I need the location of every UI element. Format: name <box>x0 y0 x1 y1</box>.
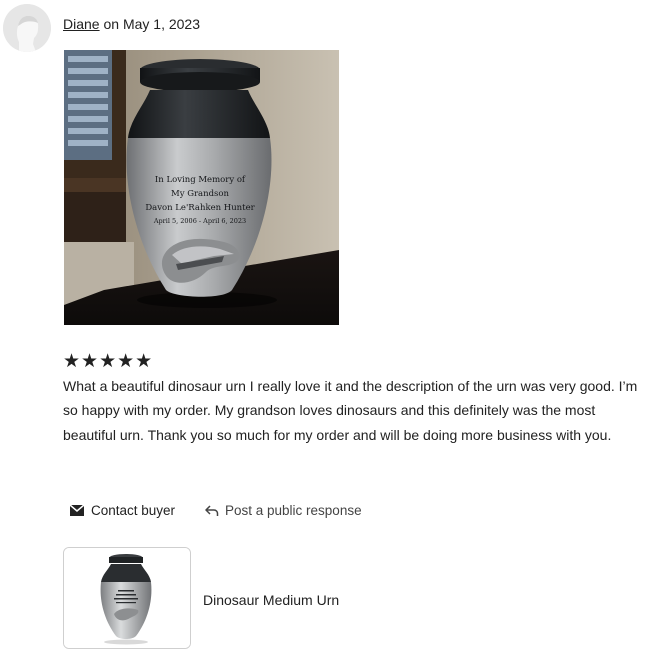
contact-buyer-button[interactable]: Contact buyer <box>69 500 175 520</box>
contact-buyer-label: Contact buyer <box>91 502 176 518</box>
star-rating: ★★★★★ <box>63 351 154 372</box>
engraving-line-1: In Loving Memory of <box>155 175 246 185</box>
person-silhouette-icon <box>3 4 51 52</box>
review-text: What a beautiful dinosaur urn I really l… <box>63 378 638 443</box>
product-title-link[interactable]: Dinosaur Medium Urn <box>203 592 339 608</box>
reply-arrow-icon <box>204 504 219 517</box>
post-public-response-label: Post a public response <box>225 502 362 518</box>
engraving-line-4: April 5, 2006 - April 6, 2023 <box>153 217 246 225</box>
review-date: on May 1, 2023 <box>103 16 200 32</box>
reviewer-line: Diane on May 1, 2023 <box>63 16 200 32</box>
engraving-line-2: My Grandson <box>171 189 230 199</box>
envelope-icon <box>69 503 85 517</box>
product-thumbnail[interactable] <box>63 547 191 649</box>
review-photo[interactable]: In Loving Memory of My Grandson Davon Le… <box>64 50 339 325</box>
engraving-line-3: Davon Le'Rahken Hunter <box>145 203 255 213</box>
post-public-response-button[interactable]: Post a public response <box>204 500 362 520</box>
reviewer-avatar[interactable] <box>3 4 51 52</box>
reviewer-name-link[interactable]: Diane <box>63 16 100 32</box>
